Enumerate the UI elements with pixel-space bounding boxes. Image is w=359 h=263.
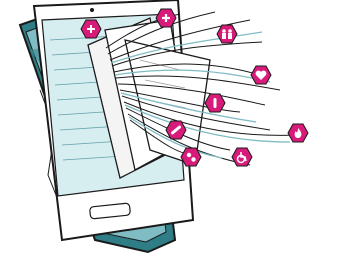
badge-flame [287,123,309,143]
badge-bandage [165,120,187,140]
badge-wheelchair [231,147,253,167]
badge-heart [250,65,272,85]
phone-cables-illustration [18,0,309,254]
pill-icon [213,98,217,108]
badge-plus [80,19,102,39]
badge-medical-cross [155,8,177,28]
badge-pill [204,93,226,113]
badge-family [216,24,238,44]
badge-tablets [180,147,202,167]
